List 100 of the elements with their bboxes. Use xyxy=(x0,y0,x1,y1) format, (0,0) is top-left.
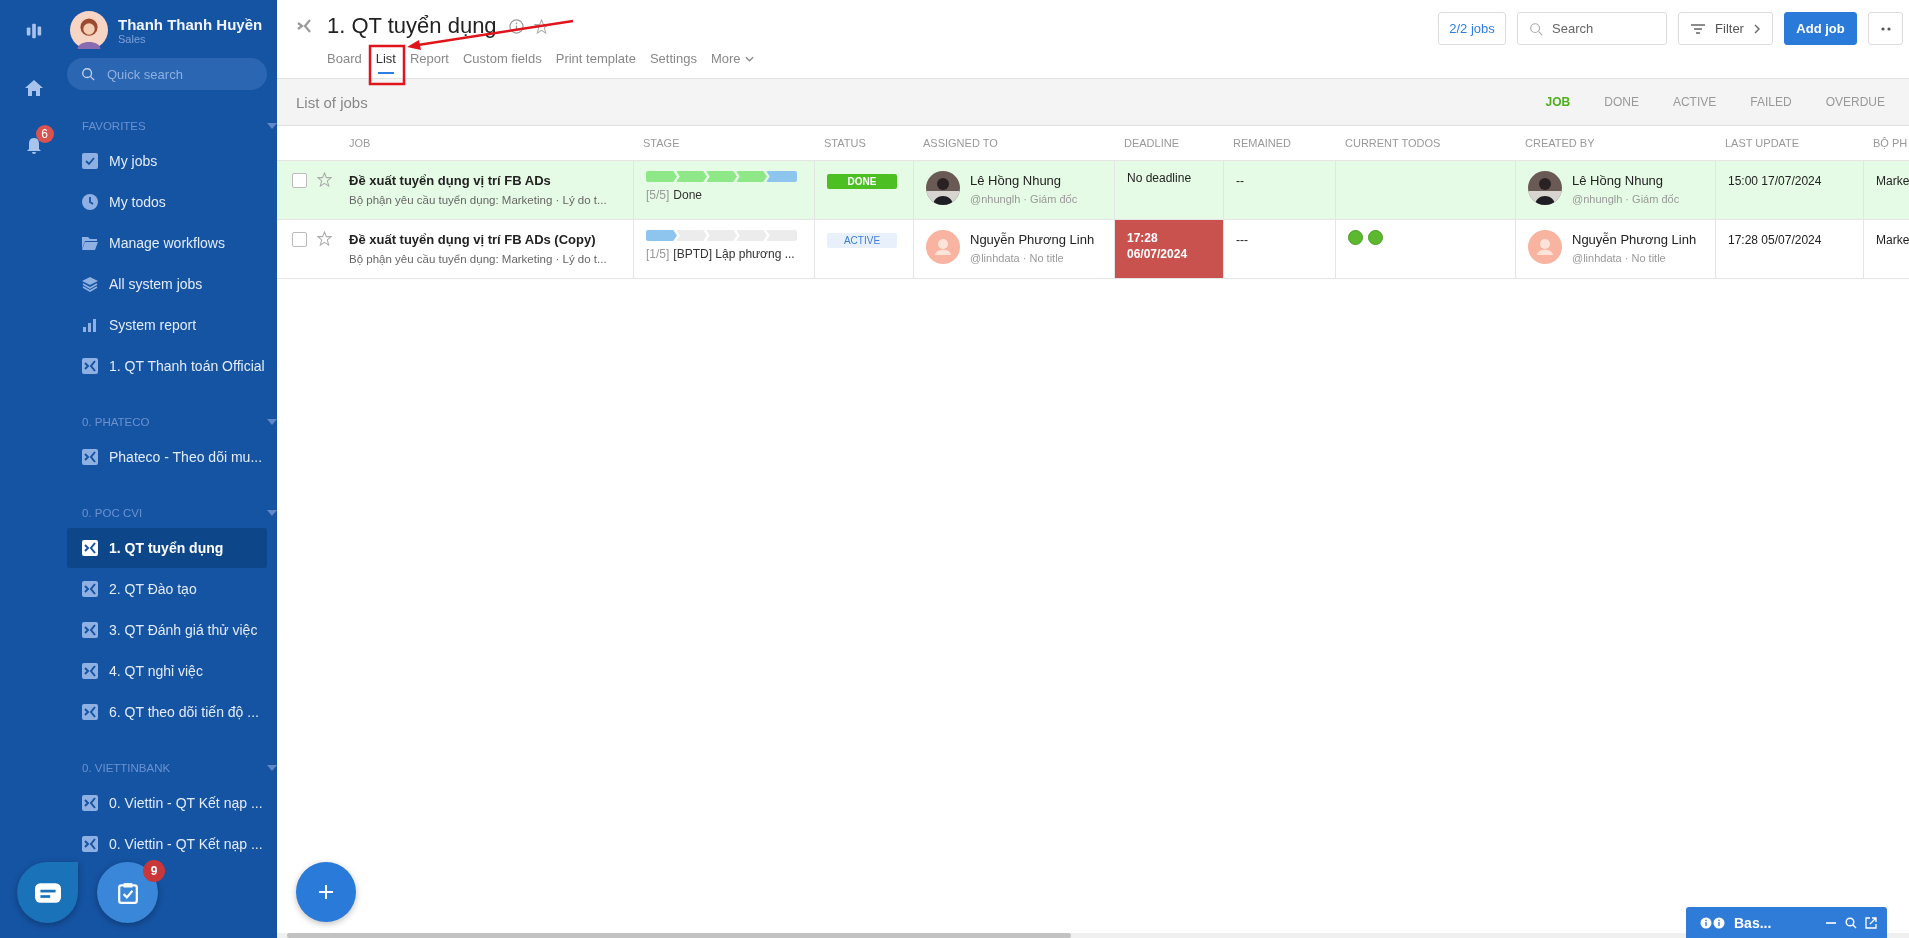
scrollbar-thumb[interactable] xyxy=(287,933,1071,938)
workflow-icon xyxy=(82,836,98,852)
sidebar-item[interactable]: 3. QT Đánh giá thử việc xyxy=(67,610,267,650)
tab[interactable]: Custom fields xyxy=(462,47,542,76)
add-job-button[interactable]: Add job xyxy=(1784,12,1857,45)
column-header[interactable]: STAGE xyxy=(643,137,680,149)
chevron-right-icon xyxy=(1753,23,1760,34)
row-checkbox[interactable] xyxy=(292,173,307,188)
collapse-caret-icon[interactable] xyxy=(267,510,277,516)
sidebar-item[interactable]: 6. QT theo dõi tiến độ ... xyxy=(67,692,267,732)
star-icon[interactable] xyxy=(317,231,332,246)
sidebar-item[interactable]: System report xyxy=(67,305,267,345)
star-icon[interactable] xyxy=(317,172,332,187)
column-header[interactable]: DEADLINE xyxy=(1124,137,1180,149)
clock-icon xyxy=(82,194,98,210)
sidebar-item[interactable]: Manage workflows xyxy=(67,223,267,263)
sidebar-item[interactable]: 4. QT nghỉ việc xyxy=(67,651,267,691)
deadline-cell: No deadline xyxy=(1115,161,1224,219)
job-title[interactable]: Đề xuất tuyển dụng vị trí FB ADs xyxy=(349,173,633,188)
person-name[interactable]: Lê Hồng Nhung xyxy=(1572,173,1680,188)
workflow-icon xyxy=(82,704,98,720)
column-header[interactable]: REMAINED xyxy=(1233,137,1292,149)
list-title: List of jobs xyxy=(296,93,368,111)
sidebar-item[interactable]: My jobs xyxy=(67,141,267,181)
sidebar-item[interactable]: 2. QT Đào tạo xyxy=(67,569,267,609)
workflow-icon xyxy=(82,581,98,597)
table-cell: Marke xyxy=(1876,233,1909,247)
user-role: Sales xyxy=(118,32,147,45)
collapse-caret-icon[interactable] xyxy=(267,419,277,425)
filter-tab[interactable]: DONE xyxy=(1604,95,1639,109)
status-badge: DONE xyxy=(827,174,897,189)
search-icon xyxy=(81,67,95,81)
filter-tab[interactable]: OVERDUE xyxy=(1825,95,1885,109)
todo-dot[interactable] xyxy=(1368,230,1383,245)
tab[interactable]: Report xyxy=(409,47,449,76)
tasks-badge: 9 xyxy=(143,860,165,882)
folder-icon xyxy=(82,236,98,250)
column-header[interactable]: JOB xyxy=(349,137,371,149)
tab[interactable]: More xyxy=(710,47,754,76)
star-icon[interactable] xyxy=(533,18,549,34)
todo-dot[interactable] xyxy=(1348,230,1363,245)
column-header[interactable]: ASSIGNED TO xyxy=(923,137,998,149)
person-handle: @nhunglh · Giám đốc xyxy=(1572,193,1680,205)
workflow-icon xyxy=(82,663,98,679)
collapse-caret-icon[interactable] xyxy=(267,123,277,129)
sidebar-item[interactable]: 1. QT tuyển dụng xyxy=(67,528,267,568)
column-header[interactable]: CURRENT TODOS xyxy=(1345,137,1441,149)
tab[interactable]: Print template xyxy=(555,47,636,76)
tab[interactable]: Board xyxy=(327,47,362,76)
column-header[interactable]: LAST UPDATE xyxy=(1725,137,1800,149)
stage-count: [1/5] xyxy=(646,247,670,261)
search-field[interactable]: Search xyxy=(1517,12,1667,45)
job-title[interactable]: Đề xuất tuyển dụng vị trí FB ADs (Copy) xyxy=(349,232,633,247)
info-icon[interactable] xyxy=(508,18,524,34)
sidebar-item[interactable]: My todos xyxy=(67,182,267,222)
column-header[interactable]: CREATED BY xyxy=(1525,137,1595,149)
chat-widget[interactable]: Bas... xyxy=(1686,907,1887,938)
column-header[interactable]: STATUS xyxy=(824,137,866,149)
collapse-caret-icon[interactable] xyxy=(267,765,277,771)
external-link-icon[interactable] xyxy=(1865,916,1877,929)
home-icon[interactable] xyxy=(23,78,44,98)
more-icon xyxy=(1880,26,1891,31)
sidebar-item[interactable]: 1. QT Thanh toán Official xyxy=(67,346,267,386)
last-update: 17:28 05/07/2024 xyxy=(1728,233,1822,247)
tab[interactable]: List xyxy=(375,47,396,76)
person-name[interactable]: Nguyễn Phương Linh xyxy=(1572,232,1697,247)
column-header[interactable]: BỘ PH xyxy=(1873,137,1908,149)
row-checkbox[interactable] xyxy=(292,232,307,247)
filter-button[interactable]: Filter xyxy=(1678,12,1773,45)
person-name[interactable]: Lê Hồng Nhung xyxy=(970,173,1078,188)
filter-tab[interactable]: FAILED xyxy=(1750,95,1792,109)
user-name: Thanh Thanh Huyền xyxy=(118,15,263,33)
chat-button[interactable] xyxy=(17,862,78,923)
avatar[interactable] xyxy=(70,11,108,49)
tab[interactable]: Settings xyxy=(649,47,697,76)
section-title: FAVORITES xyxy=(82,120,146,132)
sidebar-item[interactable]: Phateco - Theo dõi mu... xyxy=(67,437,267,477)
quick-search-field[interactable]: Quick search xyxy=(67,58,267,90)
workflow-icon xyxy=(82,358,98,374)
add-button[interactable] xyxy=(296,862,356,922)
search-icon[interactable] xyxy=(1845,916,1857,929)
message-icon xyxy=(34,882,61,903)
info-icon xyxy=(1700,916,1726,929)
filter-tab[interactable]: ACTIVE xyxy=(1672,95,1717,109)
logo-icon[interactable] xyxy=(24,22,43,40)
workflow-icon xyxy=(296,18,312,34)
job-summary: Bộ phận yêu cầu tuyển dụng: Marketing · Lý do t... xyxy=(349,253,608,265)
checkbox-icon xyxy=(82,153,98,169)
filter-tab[interactable]: JOB xyxy=(1545,95,1571,109)
person-handle: @linhdata · No title xyxy=(970,252,1065,264)
sidebar-item[interactable]: All system jobs xyxy=(67,264,267,304)
annotation-box xyxy=(368,44,406,86)
job-count-button[interactable]: 2/2 jobs xyxy=(1438,12,1506,45)
workflow-icon xyxy=(82,540,98,556)
sidebar-item[interactable]: 0. Viettin - QT Kết nạp ... xyxy=(67,783,267,823)
deadline-cell: 17:28 06/07/2024 xyxy=(1115,220,1224,278)
job-summary: Bộ phận yêu cầu tuyển dụng: Marketing · Lý do t... xyxy=(349,194,608,206)
person-name[interactable]: Nguyễn Phương Linh xyxy=(970,232,1095,247)
remaining-time: --- xyxy=(1236,233,1248,247)
tasks-button[interactable] xyxy=(97,862,158,923)
